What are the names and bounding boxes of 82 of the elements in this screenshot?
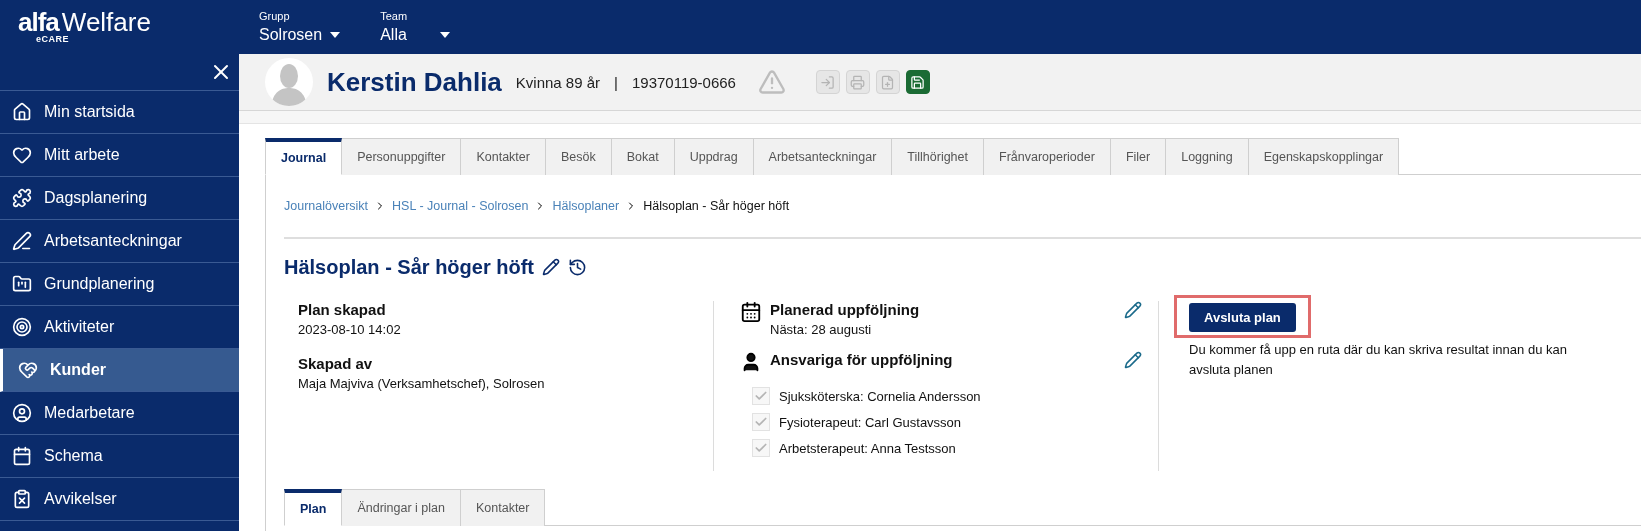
- caret-icon: [440, 32, 451, 38]
- sidebar-item[interactable]: Mitt arbete: [0, 134, 239, 177]
- tab[interactable]: Personuppgifter: [342, 138, 462, 175]
- tab[interactable]: Journal: [265, 138, 343, 175]
- tab[interactable]: Filer: [1110, 138, 1167, 175]
- selector-dropdown[interactable]: Alla: [380, 26, 451, 44]
- sidebar-item[interactable]: Schema: [0, 435, 239, 478]
- patient-name: Kerstin Dahlia: [327, 66, 502, 98]
- pen-icon: [12, 231, 32, 251]
- edit-button[interactable]: [1124, 301, 1142, 319]
- puzzle-icon: [12, 188, 32, 208]
- tab[interactable]: Plan: [284, 489, 343, 526]
- logo-subtitle: eCARE: [36, 34, 69, 44]
- field-label: Ansvariga för uppföljning: [770, 351, 954, 368]
- clipboard-icon: [12, 489, 32, 509]
- selector-label: Team: [380, 10, 409, 22]
- calendar-icon: [12, 446, 32, 466]
- check-icon: [754, 389, 768, 403]
- field-value: Maja Majviva (Verksamhetschef), Solrosen: [298, 376, 546, 391]
- person-circle-icon: [12, 403, 32, 423]
- tab[interactable]: Frånvaroperioder: [984, 138, 1111, 175]
- tab[interactable]: Bokat: [611, 138, 675, 175]
- tab[interactable]: Kontakter: [461, 138, 546, 175]
- target-icon: [12, 317, 32, 337]
- check-icon: [754, 441, 768, 455]
- checkbox[interactable]: [752, 439, 770, 457]
- hint-text: Du kommer få upp en ruta där du kan skriva resultat innan du kan avsluta planen: [1189, 341, 1568, 379]
- sign-in-icon: [820, 74, 836, 90]
- checkbox-label: Fysioterapeut: Carl Gustavsson: [779, 414, 962, 430]
- field-value: Nästa: 28 augusti: [770, 322, 873, 337]
- sidebar-item[interactable]: Min startsida: [0, 91, 239, 134]
- tab[interactable]: Kontakter: [460, 489, 546, 526]
- checkbox-label: Arbetsterapeut: Anna Testsson: [779, 440, 956, 456]
- field-label: Plan skapad: [298, 301, 387, 318]
- sidebar-item[interactable]: Medarbetare: [0, 392, 239, 435]
- breadcrumb-link[interactable]: HSL - Journal - Solrosen: [392, 199, 529, 213]
- plan-title: Hälsoplan - Sår höger höft: [284, 255, 535, 279]
- checkbox[interactable]: [752, 413, 770, 431]
- checkbox[interactable]: [752, 387, 770, 405]
- calendar-icon: [740, 301, 762, 323]
- avatar-silhouette: [265, 58, 313, 106]
- breadcrumb-link[interactable]: Journalöversikt: [284, 199, 369, 213]
- breadcrumb-current: Hälsoplan - Sår höger höft: [643, 199, 790, 213]
- tab[interactable]: Besök: [545, 138, 612, 175]
- edit-button[interactable]: [542, 258, 561, 276]
- history-button[interactable]: [568, 257, 588, 277]
- selector-dropdown[interactable]: Solrosen: [259, 26, 341, 44]
- close-plan-button[interactable]: Avsluta plan: [1189, 303, 1296, 332]
- patient-id: 19370119-0666: [631, 73, 736, 91]
- sidebar-item[interactable]: Kunder: [0, 349, 239, 392]
- logo-text: alfa: [18, 7, 59, 37]
- patient-info: Kvinna 89 år: [515, 73, 601, 91]
- selector-label: Grupp: [259, 10, 291, 22]
- tab[interactable]: Tillhörighet: [892, 138, 984, 175]
- field-label: Skapad av: [298, 355, 374, 372]
- caret-icon: [330, 32, 341, 38]
- add-document-icon: [880, 74, 896, 90]
- sidebar-item[interactable]: Grundplanering: [0, 263, 239, 306]
- heart-person-icon: [18, 360, 38, 380]
- tab[interactable]: Egenskapskopplingar: [1248, 138, 1400, 175]
- print-icon: [850, 74, 866, 90]
- field-label: Planerad uppföljning: [770, 301, 921, 318]
- save-icon: [910, 74, 926, 90]
- checkbox-label: Sjuksköterska: Cornelia Andersson: [779, 388, 981, 404]
- separator: |: [614, 73, 618, 91]
- heart-icon: [12, 145, 32, 165]
- warning-icon: [757, 68, 786, 96]
- tab[interactable]: Uppdrag: [674, 138, 754, 175]
- edit-button[interactable]: [1124, 351, 1142, 369]
- logo-text: Welfare: [61, 7, 151, 37]
- house-icon: [12, 102, 32, 122]
- tab[interactable]: Arbetsanteckningar: [753, 138, 893, 175]
- save-button[interactable]: [905, 70, 930, 94]
- sidebar-item[interactable]: Arbetsanteckningar: [0, 220, 239, 263]
- sidebar-item[interactable]: Dagsplanering: [0, 177, 239, 220]
- tab[interactable]: Loggning: [1166, 138, 1249, 175]
- tab[interactable]: Ändringar i plan: [342, 489, 461, 526]
- sidebar-item[interactable]: Avvikelser: [0, 478, 239, 521]
- breadcrumb-link[interactable]: Hälsoplaner: [552, 199, 620, 213]
- folder-icon: [12, 274, 32, 294]
- field-value: 2023-08-10 14:02: [298, 322, 402, 337]
- check-icon: [754, 415, 768, 429]
